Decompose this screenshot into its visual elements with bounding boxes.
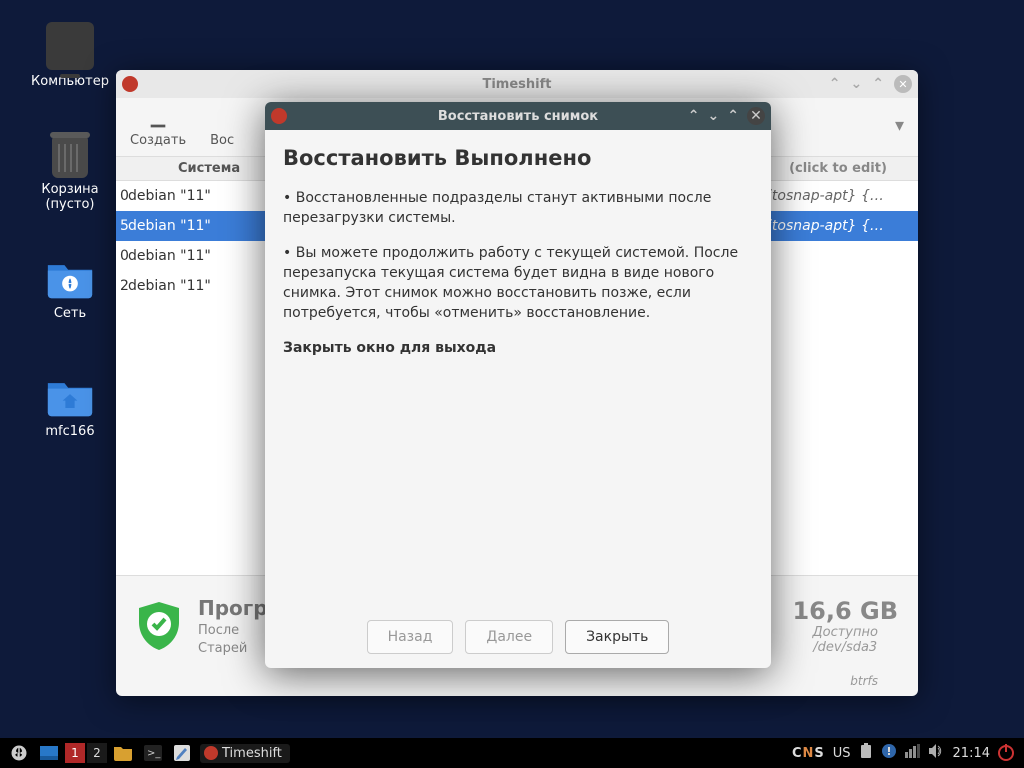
fs-type: btrfs [850, 674, 878, 688]
footer-line: Старей [198, 640, 268, 658]
desktop-icon-trash[interactable]: Корзина (пусто) [20, 136, 120, 212]
maximize-icon[interactable]: ⌃ [872, 76, 884, 92]
keyboard-indicator[interactable]: CNS [792, 746, 825, 761]
dialog-heading: Восстановить Выполнено [283, 146, 753, 170]
tray-network-icon[interactable] [905, 744, 921, 762]
menu-dropdown-icon[interactable]: ▾ [895, 115, 904, 136]
shade-up-icon[interactable]: ⌃ [829, 76, 841, 92]
taskbar-app-timeshift[interactable]: Timeshift [200, 744, 290, 763]
taskbar: 1 2 >_ Timeshift CNS US 21:14 [0, 738, 1024, 768]
power-icon[interactable] [998, 745, 1014, 761]
app-icon [204, 746, 218, 760]
close-icon[interactable]: ✕ [747, 107, 765, 125]
desktop-icon-network[interactable]: Сеть [20, 254, 120, 321]
close-button[interactable]: Закрыть [565, 620, 669, 654]
tray-notification-icon[interactable] [881, 743, 897, 763]
disk-size: 16,6 GB [792, 597, 898, 625]
start-menu-icon[interactable] [4, 738, 34, 768]
svg-text:>_: >_ [147, 748, 161, 759]
dialog-text: Закрыть окно для выхода [283, 338, 753, 358]
editor-icon[interactable] [168, 738, 196, 768]
back-button[interactable]: Назад [367, 620, 454, 654]
create-button[interactable]: Создать [130, 109, 186, 148]
dialog-footer: Назад Далее Закрыть [265, 606, 771, 668]
dialog-text: • Восстановленные подразделы станут акти… [283, 188, 753, 229]
footer-title: Прогр [198, 594, 268, 622]
footer-line: После [198, 622, 268, 640]
app-icon [271, 108, 287, 124]
desktop-icon-label: Сеть [20, 306, 120, 321]
desktop-icon-mfc[interactable]: mfc166 [20, 372, 120, 439]
desktop-icon-label: mfc166 [20, 424, 120, 439]
window-titlebar[interactable]: Timeshift ⌃ ⌄ ⌃ ✕ [116, 70, 918, 98]
shield-icon [136, 600, 182, 652]
maximize-icon[interactable]: ⌃ [727, 108, 739, 124]
dialog-text: • Вы можете продолжить работу с текущей … [283, 243, 753, 324]
dialog-titlebar[interactable]: Восстановить снимок ⌃ ⌄ ⌃ ✕ [265, 102, 771, 130]
minimize-icon[interactable]: ⌄ [851, 76, 863, 92]
home-folder-icon [46, 372, 94, 420]
window-title: Timeshift [116, 77, 918, 92]
close-icon[interactable]: ✕ [894, 75, 912, 93]
tray-battery-icon[interactable] [859, 743, 873, 763]
download-icon [147, 109, 169, 131]
shade-up-icon[interactable]: ⌃ [688, 108, 700, 124]
network-folder-icon [46, 254, 94, 302]
desktop-icon-computer[interactable]: Компьютер [20, 22, 120, 89]
tray-volume-icon[interactable] [929, 744, 945, 762]
next-button[interactable]: Далее [465, 620, 553, 654]
dialog-body: Восстановить Выполнено • Восстановленные… [265, 130, 771, 388]
desktop-icon-label: Корзина (пусто) [20, 182, 120, 212]
workspace-1[interactable]: 1 [65, 743, 85, 763]
restore-dialog: Восстановить снимок ⌃ ⌄ ⌃ ✕ Восстановить… [265, 102, 771, 668]
minimize-icon[interactable]: ⌄ [708, 108, 720, 124]
app-icon [122, 76, 138, 92]
disk-device: /dev/sda3 [792, 640, 898, 655]
disk-available: Доступно [792, 625, 898, 640]
trash-icon [52, 136, 88, 178]
file-manager-icon[interactable] [108, 738, 138, 768]
show-desktop-icon[interactable] [34, 738, 64, 768]
workspace-2[interactable]: 2 [87, 743, 107, 763]
clock[interactable]: 21:14 [953, 746, 990, 761]
keyboard-layout[interactable]: US [833, 746, 851, 761]
restore-button[interactable]: Вос [210, 109, 234, 148]
terminal-icon[interactable]: >_ [138, 738, 168, 768]
col-comment[interactable]: (click to edit) [758, 161, 918, 176]
computer-icon [46, 22, 94, 70]
